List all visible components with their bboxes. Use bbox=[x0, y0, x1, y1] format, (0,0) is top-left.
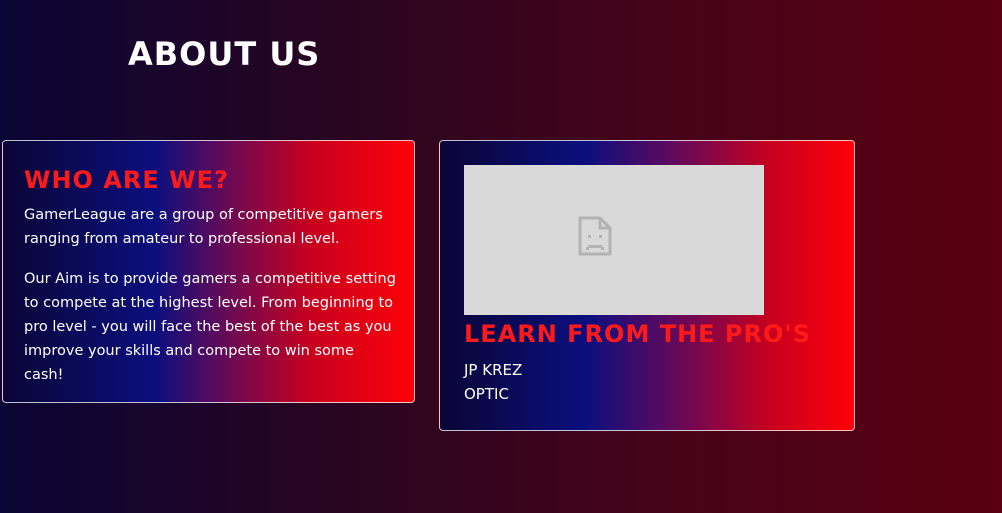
pros-card: LEARN FROM THE PRO'S JP KREZ OPTIC bbox=[439, 140, 855, 431]
pros-card-heading: LEARN FROM THE PRO'S bbox=[464, 320, 812, 348]
about-card: WHO ARE WE? GamerLeague are a group of c… bbox=[2, 140, 415, 403]
broken-document-icon bbox=[578, 216, 612, 256]
video-embed[interactable] bbox=[464, 165, 764, 315]
about-card-heading: WHO ARE WE? bbox=[24, 166, 229, 194]
about-card-paragraph-2: Our Aim is to provide gamers a competiti… bbox=[24, 271, 396, 383]
pro-item-jp-krez: JP KREZ bbox=[464, 361, 523, 379]
about-card-paragraph-1: GamerLeague are a group of competitive g… bbox=[24, 207, 383, 247]
page-title: ABOUT US bbox=[128, 35, 321, 73]
pro-item-optic: OPTIC bbox=[464, 385, 509, 403]
pro-list: JP KREZ OPTIC bbox=[464, 358, 522, 406]
